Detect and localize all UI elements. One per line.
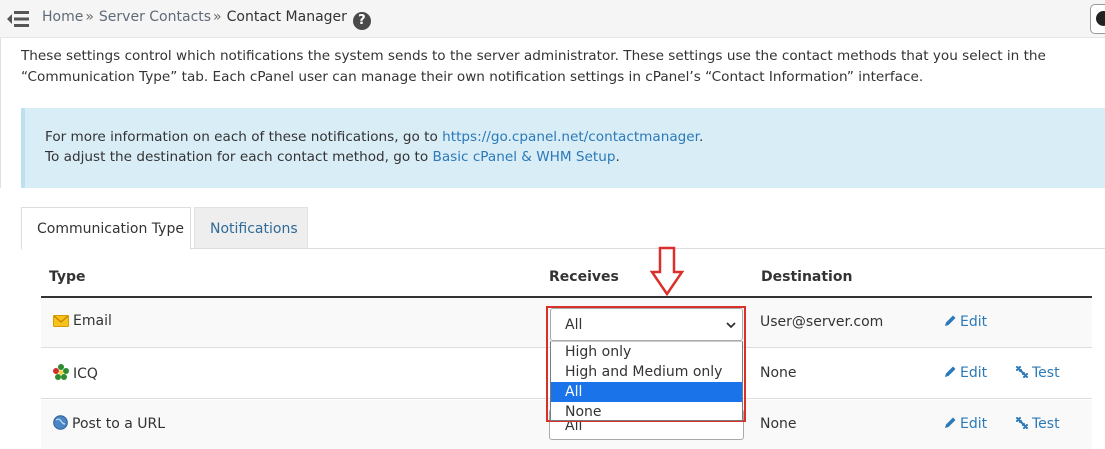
contactmanager-link[interactable]: https://go.cpanel.net/contactmanager <box>442 129 699 145</box>
edit-link[interactable]: Edit <box>943 365 987 381</box>
type-cell: Post to a URL <box>53 415 165 432</box>
edit-label: Edit <box>960 365 988 381</box>
test-label: Test <box>1032 365 1060 381</box>
sidebar-edge <box>0 38 1 188</box>
receives-dropdown-list: High only High and Medium only All None <box>550 341 743 421</box>
column-header-destination: Destination <box>761 269 853 285</box>
callout-text: To adjust the destination for each conta… <box>45 149 433 165</box>
edit-link[interactable]: Edit <box>943 314 987 330</box>
edit-link[interactable]: Edit <box>943 416 987 432</box>
pencil-icon <box>945 417 956 428</box>
chain-icon <box>1016 366 1028 378</box>
tab-communication-type[interactable]: Communication Type <box>21 207 191 250</box>
help-icon[interactable]: ? <box>352 12 371 30</box>
edit-label: Edit <box>960 314 988 330</box>
breadcrumb-separator: » <box>85 9 94 25</box>
destination-cell: User@server.com <box>760 314 884 330</box>
tab-bar: Communication Type Notifications <box>21 207 1105 250</box>
option-all[interactable]: All <box>551 382 742 402</box>
basic-setup-link[interactable]: Basic cPanel & WHM Setup <box>433 149 616 165</box>
type-label: ICQ <box>73 366 98 382</box>
receives-value: All <box>565 317 583 333</box>
type-label: Email <box>73 313 112 329</box>
icq-flower-icon <box>53 364 69 380</box>
test-link[interactable]: Test <box>1015 416 1060 432</box>
chevron-down-icon <box>726 322 736 329</box>
column-header-type: Type <box>49 269 86 285</box>
callout-text: . <box>699 129 704 145</box>
test-link[interactable]: Test <box>1015 365 1060 381</box>
option-high-and-medium[interactable]: High and Medium only <box>551 362 742 382</box>
annotation-arrow-icon <box>650 246 684 296</box>
column-header-receives: Receives <box>549 269 619 285</box>
menu-toggle-icon[interactable] <box>6 9 30 29</box>
breadcrumb-current: Contact Manager <box>226 9 347 25</box>
type-label: Post to a URL <box>72 416 166 432</box>
breadcrumb-server-contacts[interactable]: Server Contacts <box>99 9 211 25</box>
user-menu-button[interactable] <box>1090 4 1105 34</box>
breadcrumb: Home» Server Contacts» Contact Manager? <box>42 9 371 30</box>
type-cell: ICQ <box>53 364 98 382</box>
pencil-icon <box>945 315 956 326</box>
pencil-icon <box>945 366 956 377</box>
intro-text: These settings control which notificatio… <box>21 48 1046 85</box>
destination-cell: None <box>760 365 797 381</box>
receives-select-open[interactable]: All <box>550 308 743 341</box>
destination-cell: None <box>760 416 797 432</box>
type-cell: Email <box>53 313 112 329</box>
callout-text: . <box>615 149 620 165</box>
tab-notifications[interactable]: Notifications <box>194 207 308 248</box>
option-none[interactable]: None <box>551 402 742 422</box>
option-high-only[interactable]: High only <box>551 342 742 362</box>
globe-icon <box>53 415 68 430</box>
chain-icon <box>1016 417 1028 429</box>
info-callout: For more information on each of these no… <box>21 108 1105 188</box>
callout-text: For more information on each of these no… <box>45 129 443 145</box>
callout-line-1: For more information on each of these no… <box>45 127 1105 147</box>
test-label: Test <box>1032 416 1060 432</box>
top-bar: Home» Server Contacts» Contact Manager? <box>0 0 1105 38</box>
breadcrumb-home[interactable]: Home <box>42 9 83 25</box>
callout-line-2: To adjust the destination for each conta… <box>45 147 1105 167</box>
breadcrumb-separator: » <box>213 9 222 25</box>
envelope-icon <box>53 315 69 327</box>
edit-label: Edit <box>960 416 988 432</box>
user-icon <box>1096 11 1105 26</box>
